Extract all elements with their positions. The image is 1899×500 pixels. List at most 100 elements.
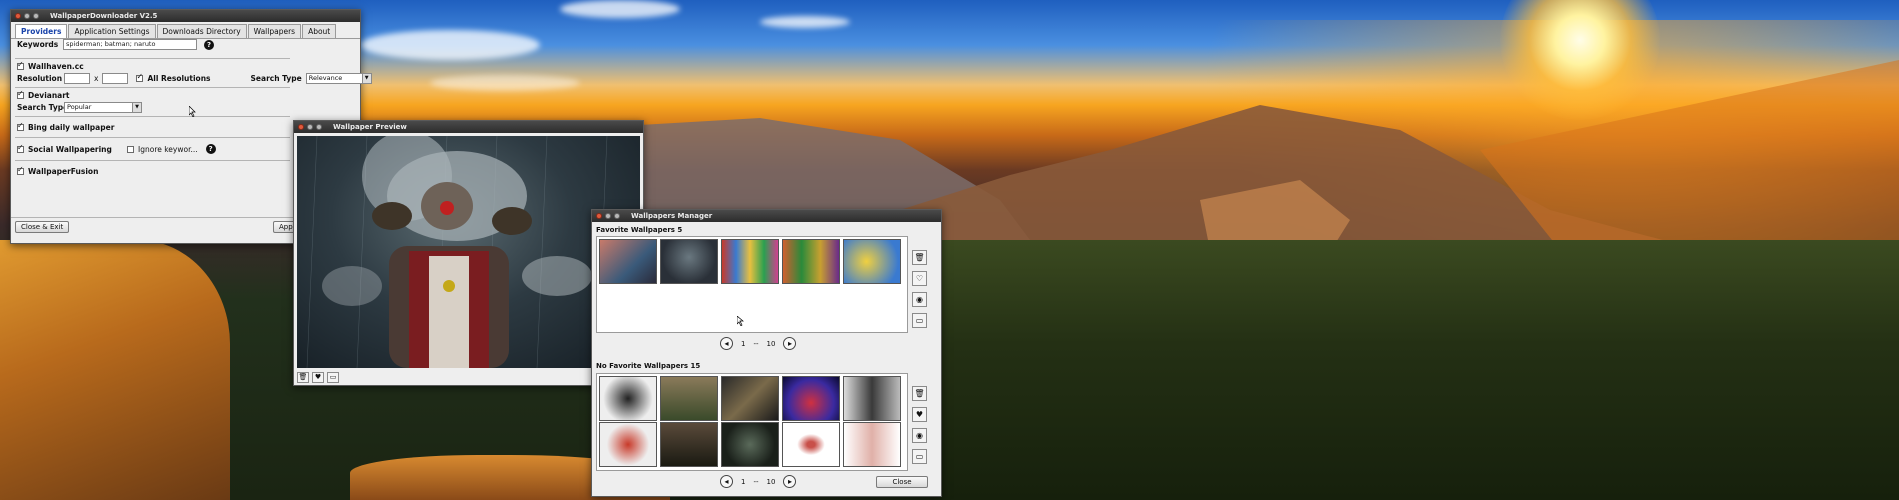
arrow-right-icon[interactable]: ▸ bbox=[783, 337, 797, 350]
devianart-search-type-label: Search Type bbox=[17, 103, 69, 112]
rock-left bbox=[0, 240, 230, 500]
wallhaven-search-type-select[interactable]: Relevance ▼ bbox=[305, 73, 372, 84]
tab-wallpapers[interactable]: Wallpapers bbox=[247, 24, 302, 38]
no-favorite-grid bbox=[596, 373, 908, 471]
heart-outline-icon[interactable]: ♡ bbox=[912, 271, 927, 286]
no-favorite-actions: 🗑 ♥ ◉ ▭ bbox=[912, 386, 927, 464]
pager-total: 10 bbox=[766, 477, 776, 486]
tab-application-settings[interactable]: Application Settings bbox=[68, 24, 156, 38]
monitor-icon[interactable]: ▭ bbox=[912, 313, 927, 328]
favorite-pager: ◂ 1 -- 10 ▸ bbox=[720, 337, 797, 350]
preview-image bbox=[297, 136, 640, 368]
close-window-button[interactable] bbox=[596, 213, 602, 219]
maximize-window-button[interactable] bbox=[33, 13, 39, 19]
all-resolutions-label: All Resolutions bbox=[147, 74, 211, 83]
minimize-window-button[interactable] bbox=[24, 13, 30, 19]
minimize-window-button[interactable] bbox=[605, 213, 611, 219]
wallpaper-thumbnail[interactable] bbox=[782, 239, 840, 284]
pager-current: 1 bbox=[741, 339, 746, 348]
monitor-icon[interactable]: ▭ bbox=[912, 449, 927, 464]
ignore-keywords-checkbox[interactable] bbox=[127, 145, 134, 153]
heart-icon[interactable]: ♥ bbox=[312, 372, 324, 383]
pager-separator: -- bbox=[753, 477, 759, 486]
social-label: Social Wallpapering bbox=[28, 144, 112, 154]
devianart-label: Devianart bbox=[28, 91, 70, 100]
resolution-height-input[interactable] bbox=[102, 73, 129, 84]
keywords-input[interactable]: spiderman; batman; naruto bbox=[63, 39, 197, 50]
devianart-checkbox[interactable] bbox=[17, 89, 24, 99]
mouse-cursor bbox=[189, 106, 196, 117]
pager-current: 1 bbox=[741, 477, 746, 486]
pager-separator: -- bbox=[753, 339, 759, 348]
preview-artwork bbox=[306, 136, 608, 368]
wallpaper-thumbnail[interactable] bbox=[843, 422, 901, 467]
resolution-separator: x bbox=[94, 74, 99, 83]
arrow-left-icon[interactable]: ◂ bbox=[720, 475, 733, 488]
trash-icon[interactable]: 🗑 bbox=[297, 372, 309, 383]
fusion-checkbox[interactable] bbox=[17, 165, 24, 175]
keywords-label: Keywords bbox=[17, 40, 59, 49]
separator bbox=[15, 137, 290, 138]
wallpaper-thumbnail[interactable] bbox=[721, 376, 779, 421]
maximize-window-button[interactable] bbox=[614, 213, 620, 219]
devianart-search-type-select[interactable]: Popular ▼ bbox=[64, 102, 142, 113]
close-exit-button[interactable]: Close & Exit bbox=[15, 221, 70, 233]
separator bbox=[15, 58, 290, 59]
preview-titlebar: Wallpaper Preview bbox=[294, 121, 643, 133]
wallpaper-thumbnail[interactable] bbox=[782, 376, 840, 421]
pager-total: 10 bbox=[766, 339, 776, 348]
tab-about[interactable]: About bbox=[302, 24, 337, 38]
arrow-left-icon[interactable]: ◂ bbox=[720, 337, 733, 350]
wallpaper-thumbnail[interactable] bbox=[599, 239, 657, 284]
maximize-window-button[interactable] bbox=[316, 124, 322, 130]
wallpaper-thumbnail[interactable] bbox=[599, 422, 657, 467]
resolution-label: Resolution bbox=[17, 74, 63, 83]
wallpaper-thumbnail[interactable] bbox=[843, 376, 901, 421]
eye-icon[interactable]: ◉ bbox=[912, 292, 927, 307]
tab-bar: Providers Application Settings Downloads… bbox=[11, 22, 360, 39]
wallhaven-label: Wallhaven.cc bbox=[28, 62, 84, 71]
bing-checkbox[interactable] bbox=[17, 121, 24, 131]
tab-providers[interactable]: Providers bbox=[15, 24, 68, 38]
wallpaper-thumbnail[interactable] bbox=[599, 376, 657, 421]
minimize-window-button[interactable] bbox=[307, 124, 313, 130]
no-favorite-pager: ◂ 1 -- 10 ▸ bbox=[720, 475, 797, 488]
keywords-help-icon[interactable]: ? bbox=[204, 39, 214, 50]
manager-titlebar: Wallpapers Manager bbox=[592, 210, 941, 222]
ignore-keywords-help-icon[interactable]: ? bbox=[205, 144, 216, 154]
devianart-search-type-value: Popular bbox=[67, 103, 92, 111]
wallpaper-thumbnail[interactable] bbox=[721, 239, 779, 284]
no-favorite-wallpapers-label: No Favorite Wallpapers 15 bbox=[596, 362, 701, 370]
heart-icon[interactable]: ♥ bbox=[912, 407, 927, 422]
wallhaven-checkbox[interactable] bbox=[17, 60, 24, 70]
trash-icon[interactable]: 🗑 bbox=[912, 250, 927, 265]
resolution-width-input[interactable] bbox=[64, 73, 90, 84]
separator bbox=[15, 160, 290, 161]
mouse-cursor bbox=[737, 316, 744, 326]
wallpaper-thumbnail[interactable] bbox=[721, 422, 779, 467]
monitor-icon[interactable]: ▭ bbox=[327, 372, 339, 383]
wallpaper-thumbnail[interactable] bbox=[660, 422, 718, 467]
bing-label: Bing daily wallpaper bbox=[28, 123, 115, 132]
wallpaper-thumbnail[interactable] bbox=[660, 239, 718, 284]
fusion-label: WallpaperFusion bbox=[28, 167, 99, 176]
all-resolutions-checkbox[interactable] bbox=[136, 72, 144, 82]
manager-window: Wallpapers Manager Favorite Wallpapers 5… bbox=[591, 209, 942, 497]
arrow-right-icon[interactable]: ▸ bbox=[783, 475, 797, 488]
close-window-button[interactable] bbox=[298, 124, 304, 130]
trash-icon[interactable]: 🗑 bbox=[912, 386, 927, 401]
close-button[interactable]: Close bbox=[876, 476, 928, 488]
wallpaper-thumbnail[interactable] bbox=[843, 239, 901, 284]
favorite-grid bbox=[596, 236, 908, 333]
search-type-label: Search Type bbox=[250, 74, 302, 83]
wallpaper-thumbnail[interactable] bbox=[660, 376, 718, 421]
separator bbox=[15, 87, 290, 88]
downloader-titlebar: WallpaperDownloader V2.5 bbox=[11, 10, 360, 22]
social-checkbox[interactable] bbox=[17, 143, 24, 153]
favorite-wallpapers-label: Favorite Wallpapers 5 bbox=[596, 226, 683, 234]
close-window-button[interactable] bbox=[15, 13, 21, 19]
eye-icon[interactable]: ◉ bbox=[912, 428, 927, 443]
window-title: Wallpapers Manager bbox=[631, 212, 713, 220]
wallpaper-thumbnail[interactable] bbox=[782, 422, 840, 467]
tab-downloads-directory[interactable]: Downloads Directory bbox=[156, 24, 247, 38]
